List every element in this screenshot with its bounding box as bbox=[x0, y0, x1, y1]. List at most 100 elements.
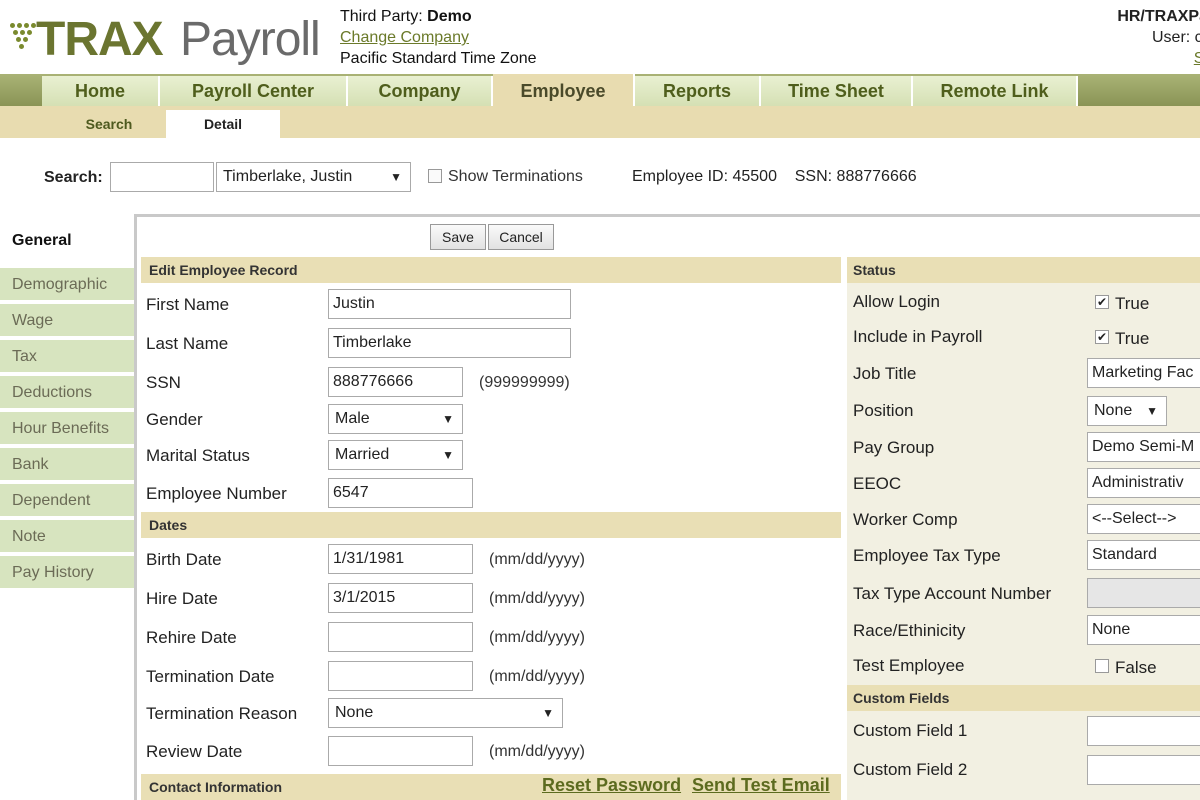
show-terminations-checkbox[interactable] bbox=[428, 169, 442, 183]
employee-number-field[interactable]: 6547 bbox=[328, 478, 473, 508]
marital-status-select-value: Married bbox=[335, 446, 390, 463]
custom-field-2-input[interactable] bbox=[1087, 755, 1200, 785]
subtab-detail[interactable]: Detail bbox=[166, 110, 280, 138]
reset-password-link[interactable]: Reset Password bbox=[542, 775, 681, 796]
tab-company[interactable]: Company bbox=[348, 76, 493, 106]
birth-date-field[interactable]: 1/31/1981 bbox=[328, 544, 473, 574]
rehire-date-label: Rehire Date bbox=[146, 628, 237, 647]
sidebar-item-general[interactable]: General bbox=[0, 216, 134, 266]
position-select[interactable]: None ▼ bbox=[1087, 396, 1167, 426]
test-employee-checkbox[interactable] bbox=[1095, 659, 1109, 673]
tab-time-sheet[interactable]: Time Sheet bbox=[761, 76, 913, 106]
custom-field-1-label: Custom Field 1 bbox=[853, 721, 968, 740]
third-party-value: Demo bbox=[427, 8, 472, 25]
gender-select[interactable]: Male ▼ bbox=[328, 404, 463, 434]
rehire-date-field[interactable] bbox=[328, 622, 473, 652]
sidebar-item-tax[interactable]: Tax bbox=[0, 340, 134, 374]
birth-date-format-hint: (mm/dd/yyyy) bbox=[489, 551, 585, 568]
race-ethnicity-label: Race/Ethinicity bbox=[853, 621, 966, 640]
review-date-format-hint: (mm/dd/yyyy) bbox=[489, 743, 585, 760]
employee-tax-type-label: Employee Tax Type bbox=[853, 546, 1001, 565]
sidebar-item-demographic[interactable]: Demographic bbox=[0, 268, 134, 302]
save-button[interactable]: Save bbox=[430, 224, 486, 250]
signout-link[interactable]: Si bbox=[1088, 48, 1200, 69]
user-info: HR/TRAXPa User: cr Si bbox=[1088, 6, 1200, 69]
app-header: TRAX Payroll Third Party: Demo Change Co… bbox=[0, 0, 1200, 74]
worker-comp-select[interactable]: <--Select--> bbox=[1087, 504, 1200, 534]
ssn-label: SSN bbox=[146, 373, 181, 392]
marital-status-label: Marital Status bbox=[146, 446, 250, 465]
sidebar-item-pay-history[interactable]: Pay History bbox=[0, 556, 134, 590]
hire-date-field[interactable]: 3/1/2015 bbox=[328, 583, 473, 613]
sidebar-item-note[interactable]: Note bbox=[0, 520, 134, 554]
third-party-label: Third Party: bbox=[340, 8, 423, 25]
termination-reason-label: Termination Reason bbox=[146, 704, 298, 723]
tab-employee[interactable]: Employee bbox=[493, 74, 635, 108]
search-label: Search: bbox=[44, 169, 103, 186]
employee-select[interactable]: Timberlake, Justin ▼ bbox=[216, 162, 411, 192]
employee-tax-type-select[interactable]: Standard bbox=[1087, 540, 1200, 570]
sidebar-item-bank[interactable]: Bank bbox=[0, 448, 134, 482]
job-title-field[interactable]: Marketing Fac bbox=[1087, 358, 1200, 388]
hire-date-label: Hire Date bbox=[146, 589, 218, 608]
company-info: Third Party: Demo Change Company Pacific… bbox=[340, 6, 537, 69]
show-terminations-label: Show Terminations bbox=[448, 168, 583, 185]
employee-number-label: Employee Number bbox=[146, 484, 287, 503]
dates-heading: Dates bbox=[141, 512, 841, 538]
trax-payroll-logo[interactable]: TRAX Payroll bbox=[10, 10, 321, 66]
allow-login-checkbox[interactable]: ✔ bbox=[1095, 295, 1109, 309]
include-in-payroll-value: True bbox=[1115, 329, 1150, 348]
pay-group-select[interactable]: Demo Semi-M bbox=[1087, 432, 1200, 462]
first-name-field[interactable]: Justin bbox=[328, 289, 571, 319]
tab-remote-link[interactable]: Remote Link bbox=[913, 76, 1078, 106]
tab-reports[interactable]: Reports bbox=[635, 76, 761, 106]
eeoc-label: EEOC bbox=[853, 474, 902, 493]
logo-payroll-text: Payroll bbox=[180, 13, 321, 66]
position-select-value: None bbox=[1094, 402, 1133, 419]
gender-label: Gender bbox=[146, 410, 203, 429]
marital-status-select[interactable]: Married ▼ bbox=[328, 440, 463, 470]
custom-field-2-label: Custom Field 2 bbox=[853, 760, 968, 779]
sidebar-item-wage[interactable]: Wage bbox=[0, 304, 134, 338]
search-input[interactable] bbox=[110, 162, 214, 192]
eeoc-select[interactable]: Administrativ bbox=[1087, 468, 1200, 498]
grape-cluster-icon bbox=[10, 23, 36, 59]
termination-reason-select[interactable]: None ▼ bbox=[328, 698, 563, 728]
subtab-search[interactable]: Search bbox=[56, 110, 162, 138]
test-employee-label: Test Employee bbox=[853, 656, 965, 675]
sidebar-item-dependent[interactable]: Dependent bbox=[0, 484, 134, 518]
tax-type-account-number-field[interactable] bbox=[1087, 578, 1200, 608]
last-name-label: Last Name bbox=[146, 334, 229, 353]
employee-search-bar: Search: Timberlake, Justin ▼ Show Termin… bbox=[0, 138, 1200, 216]
sidebar-item-hour-benefits[interactable]: Hour Benefits bbox=[0, 412, 134, 446]
employee-select-value: Timberlake, Justin bbox=[223, 168, 353, 185]
termination-date-field[interactable] bbox=[328, 661, 473, 691]
review-date-field[interactable] bbox=[328, 736, 473, 766]
chevron-down-icon: ▼ bbox=[442, 412, 454, 426]
include-in-payroll-checkbox[interactable]: ✔ bbox=[1095, 330, 1109, 344]
chevron-down-icon: ▼ bbox=[390, 170, 402, 184]
sidebar-item-deductions[interactable]: Deductions bbox=[0, 376, 134, 410]
hire-date-format-hint: (mm/dd/yyyy) bbox=[489, 590, 585, 607]
status-panel: Status Allow Login ✔ True Include in Pay… bbox=[847, 257, 1200, 800]
ssn-field[interactable]: 888776666 bbox=[328, 367, 463, 397]
send-test-email-link[interactable]: Send Test Email bbox=[692, 775, 830, 796]
status-heading: Status bbox=[847, 257, 1200, 283]
sub-nav: Search Detail bbox=[0, 106, 1200, 138]
ssn-format-hint: (999999999) bbox=[479, 374, 570, 391]
rehire-date-format-hint: (mm/dd/yyyy) bbox=[489, 629, 585, 646]
employee-detail-panel: Save Cancel Edit Employee Record First N… bbox=[134, 214, 1200, 800]
position-label: Position bbox=[853, 401, 914, 420]
change-company-link[interactable]: Change Company bbox=[340, 27, 537, 48]
termination-date-format-hint: (mm/dd/yyyy) bbox=[489, 668, 585, 685]
custom-field-1-input[interactable] bbox=[1087, 716, 1200, 746]
first-name-label: First Name bbox=[146, 295, 230, 314]
chevron-down-icon: ▼ bbox=[442, 448, 454, 462]
tab-home[interactable]: Home bbox=[42, 76, 160, 106]
cancel-button[interactable]: Cancel bbox=[488, 224, 554, 250]
tab-payroll-center[interactable]: Payroll Center bbox=[160, 76, 348, 106]
race-ethnicity-select[interactable]: None bbox=[1087, 615, 1200, 645]
last-name-field[interactable]: Timberlake bbox=[328, 328, 571, 358]
job-title-label: Job Title bbox=[853, 364, 917, 383]
chevron-down-icon: ▼ bbox=[1146, 404, 1158, 418]
